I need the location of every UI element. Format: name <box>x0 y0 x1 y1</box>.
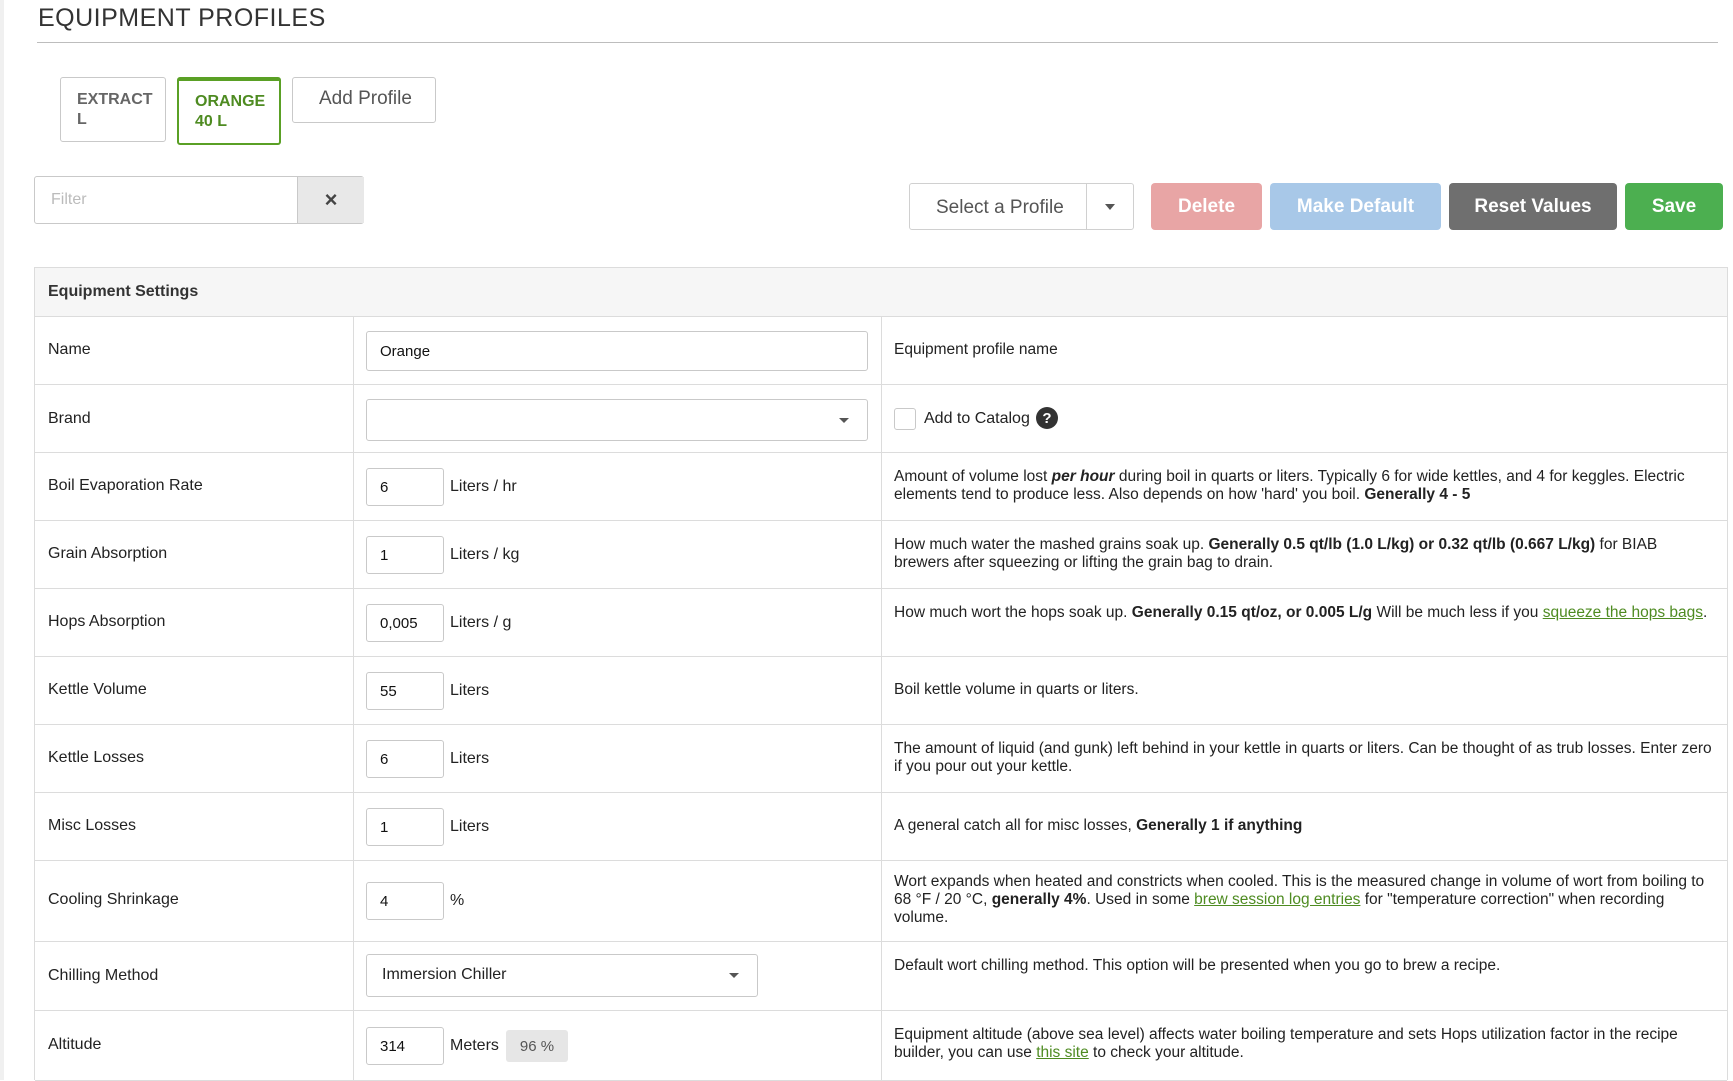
profile-tab-name: ORANGE <box>195 93 266 110</box>
altitude-site-link[interactable]: this site <box>1036 1044 1089 1061</box>
left-edge <box>0 0 4 1080</box>
row-description: Equipment profile name <box>894 341 1058 358</box>
kettle-volume-input[interactable] <box>366 672 444 710</box>
brand-select[interactable] <box>366 399 868 441</box>
row-label: Chilling Method <box>48 967 159 984</box>
row-label: Altitude <box>48 1036 102 1053</box>
cooling-shrinkage-input[interactable] <box>366 882 444 920</box>
delete-button[interactable]: Delete <box>1151 183 1262 230</box>
hops-absorption-input[interactable] <box>366 604 444 642</box>
row-description: Wort expands when heated and constricts … <box>894 873 1705 926</box>
profile-tab-orange[interactable]: ORANGE 40 L <box>177 77 281 145</box>
panel-title: Equipment Settings <box>48 283 199 300</box>
name-input[interactable] <box>366 331 868 371</box>
row-label: Cooling Shrinkage <box>48 891 179 908</box>
row-label: Hops Absorption <box>48 613 166 630</box>
select-profile-dropdown[interactable]: Select a Profile <box>909 183 1134 230</box>
row-description: The amount of liquid (and gunk) left beh… <box>894 740 1712 775</box>
unit-label: Liters <box>450 750 490 767</box>
row-description: A general catch all for misc losses, Gen… <box>894 817 1303 834</box>
row-description: Boil kettle volume in quarts or liters. <box>894 681 1139 698</box>
unit-label: Liters / g <box>450 614 512 631</box>
row-label: Kettle Losses <box>48 749 145 766</box>
row-description: How much wort the hops soak up. Generall… <box>894 604 1708 621</box>
chevron-down-icon <box>839 418 849 423</box>
close-icon: × <box>324 187 338 212</box>
equipment-settings-panel: Equipment Settings Name Equipment profil… <box>34 267 1728 1081</box>
squeeze-hops-link[interactable]: squeeze the hops bags <box>1543 604 1703 621</box>
page-title: EQUIPMENT PROFILES <box>38 4 326 32</box>
profile-tab-name: EXTRACT <box>77 91 153 108</box>
help-icon[interactable]: ? <box>1036 407 1058 429</box>
reset-values-button[interactable]: Reset Values <box>1449 183 1617 230</box>
column-divider <box>881 317 882 1081</box>
row-label: Grain Absorption <box>48 545 168 562</box>
misc-losses-input[interactable] <box>366 808 444 846</box>
save-button[interactable]: Save <box>1625 183 1723 230</box>
chilling-method-select[interactable]: Immersion Chiller <box>366 954 758 997</box>
row-description: Amount of volume lost per hour during bo… <box>894 468 1685 503</box>
chevron-down-icon <box>1105 203 1115 210</box>
profile-tab-size: 40 L <box>195 113 228 130</box>
unit-label: Liters / hr <box>450 478 517 495</box>
altitude-input[interactable] <box>366 1027 444 1065</box>
title-divider <box>37 42 1718 43</box>
add-to-catalog-checkbox[interactable] <box>894 408 916 430</box>
unit-label: Liters <box>450 682 490 699</box>
profile-tab-extract[interactable]: EXTRACT L <box>60 77 166 142</box>
filter-input[interactable] <box>35 177 297 223</box>
add-to-catalog-label: Add to Catalog <box>924 410 1030 427</box>
add-profile-button[interactable]: Add Profile <box>292 77 436 123</box>
row-description: Equipment altitude (above sea level) aff… <box>894 1026 1678 1061</box>
clear-filter-button[interactable]: × <box>297 177 364 223</box>
kettle-losses-input[interactable] <box>366 740 444 778</box>
row-label: Kettle Volume <box>48 681 147 698</box>
hops-utilization-badge: 96 % <box>506 1030 568 1062</box>
row-label: Misc Losses <box>48 817 137 834</box>
row-label: Name <box>48 341 91 358</box>
unit-label: Meters <box>450 1037 499 1054</box>
select-profile-label: Select a Profile <box>936 197 1064 218</box>
profile-tab-size: L <box>77 111 87 128</box>
boil-evaporation-input[interactable] <box>366 468 444 506</box>
unit-label: Liters <box>450 818 490 835</box>
grain-absorption-input[interactable] <box>366 536 444 574</box>
row-label: Boil Evaporation Rate <box>48 477 203 494</box>
row-description: Default wort chilling method. This optio… <box>894 957 1501 974</box>
chilling-method-value: Immersion Chiller <box>382 966 507 983</box>
unit-label: Liters / kg <box>450 546 520 563</box>
unit-label: % <box>450 892 465 909</box>
brew-session-log-link[interactable]: brew session log entries <box>1194 891 1360 908</box>
dropdown-toggle[interactable] <box>1086 184 1133 229</box>
row-label: Brand <box>48 410 91 427</box>
column-divider <box>353 317 354 1081</box>
make-default-button[interactable]: Make Default <box>1270 183 1441 230</box>
panel-header: Equipment Settings <box>35 268 1727 317</box>
filter-group: × <box>34 176 364 224</box>
chevron-down-icon <box>729 973 739 978</box>
row-description: How much water the mashed grains soak up… <box>894 536 1658 571</box>
